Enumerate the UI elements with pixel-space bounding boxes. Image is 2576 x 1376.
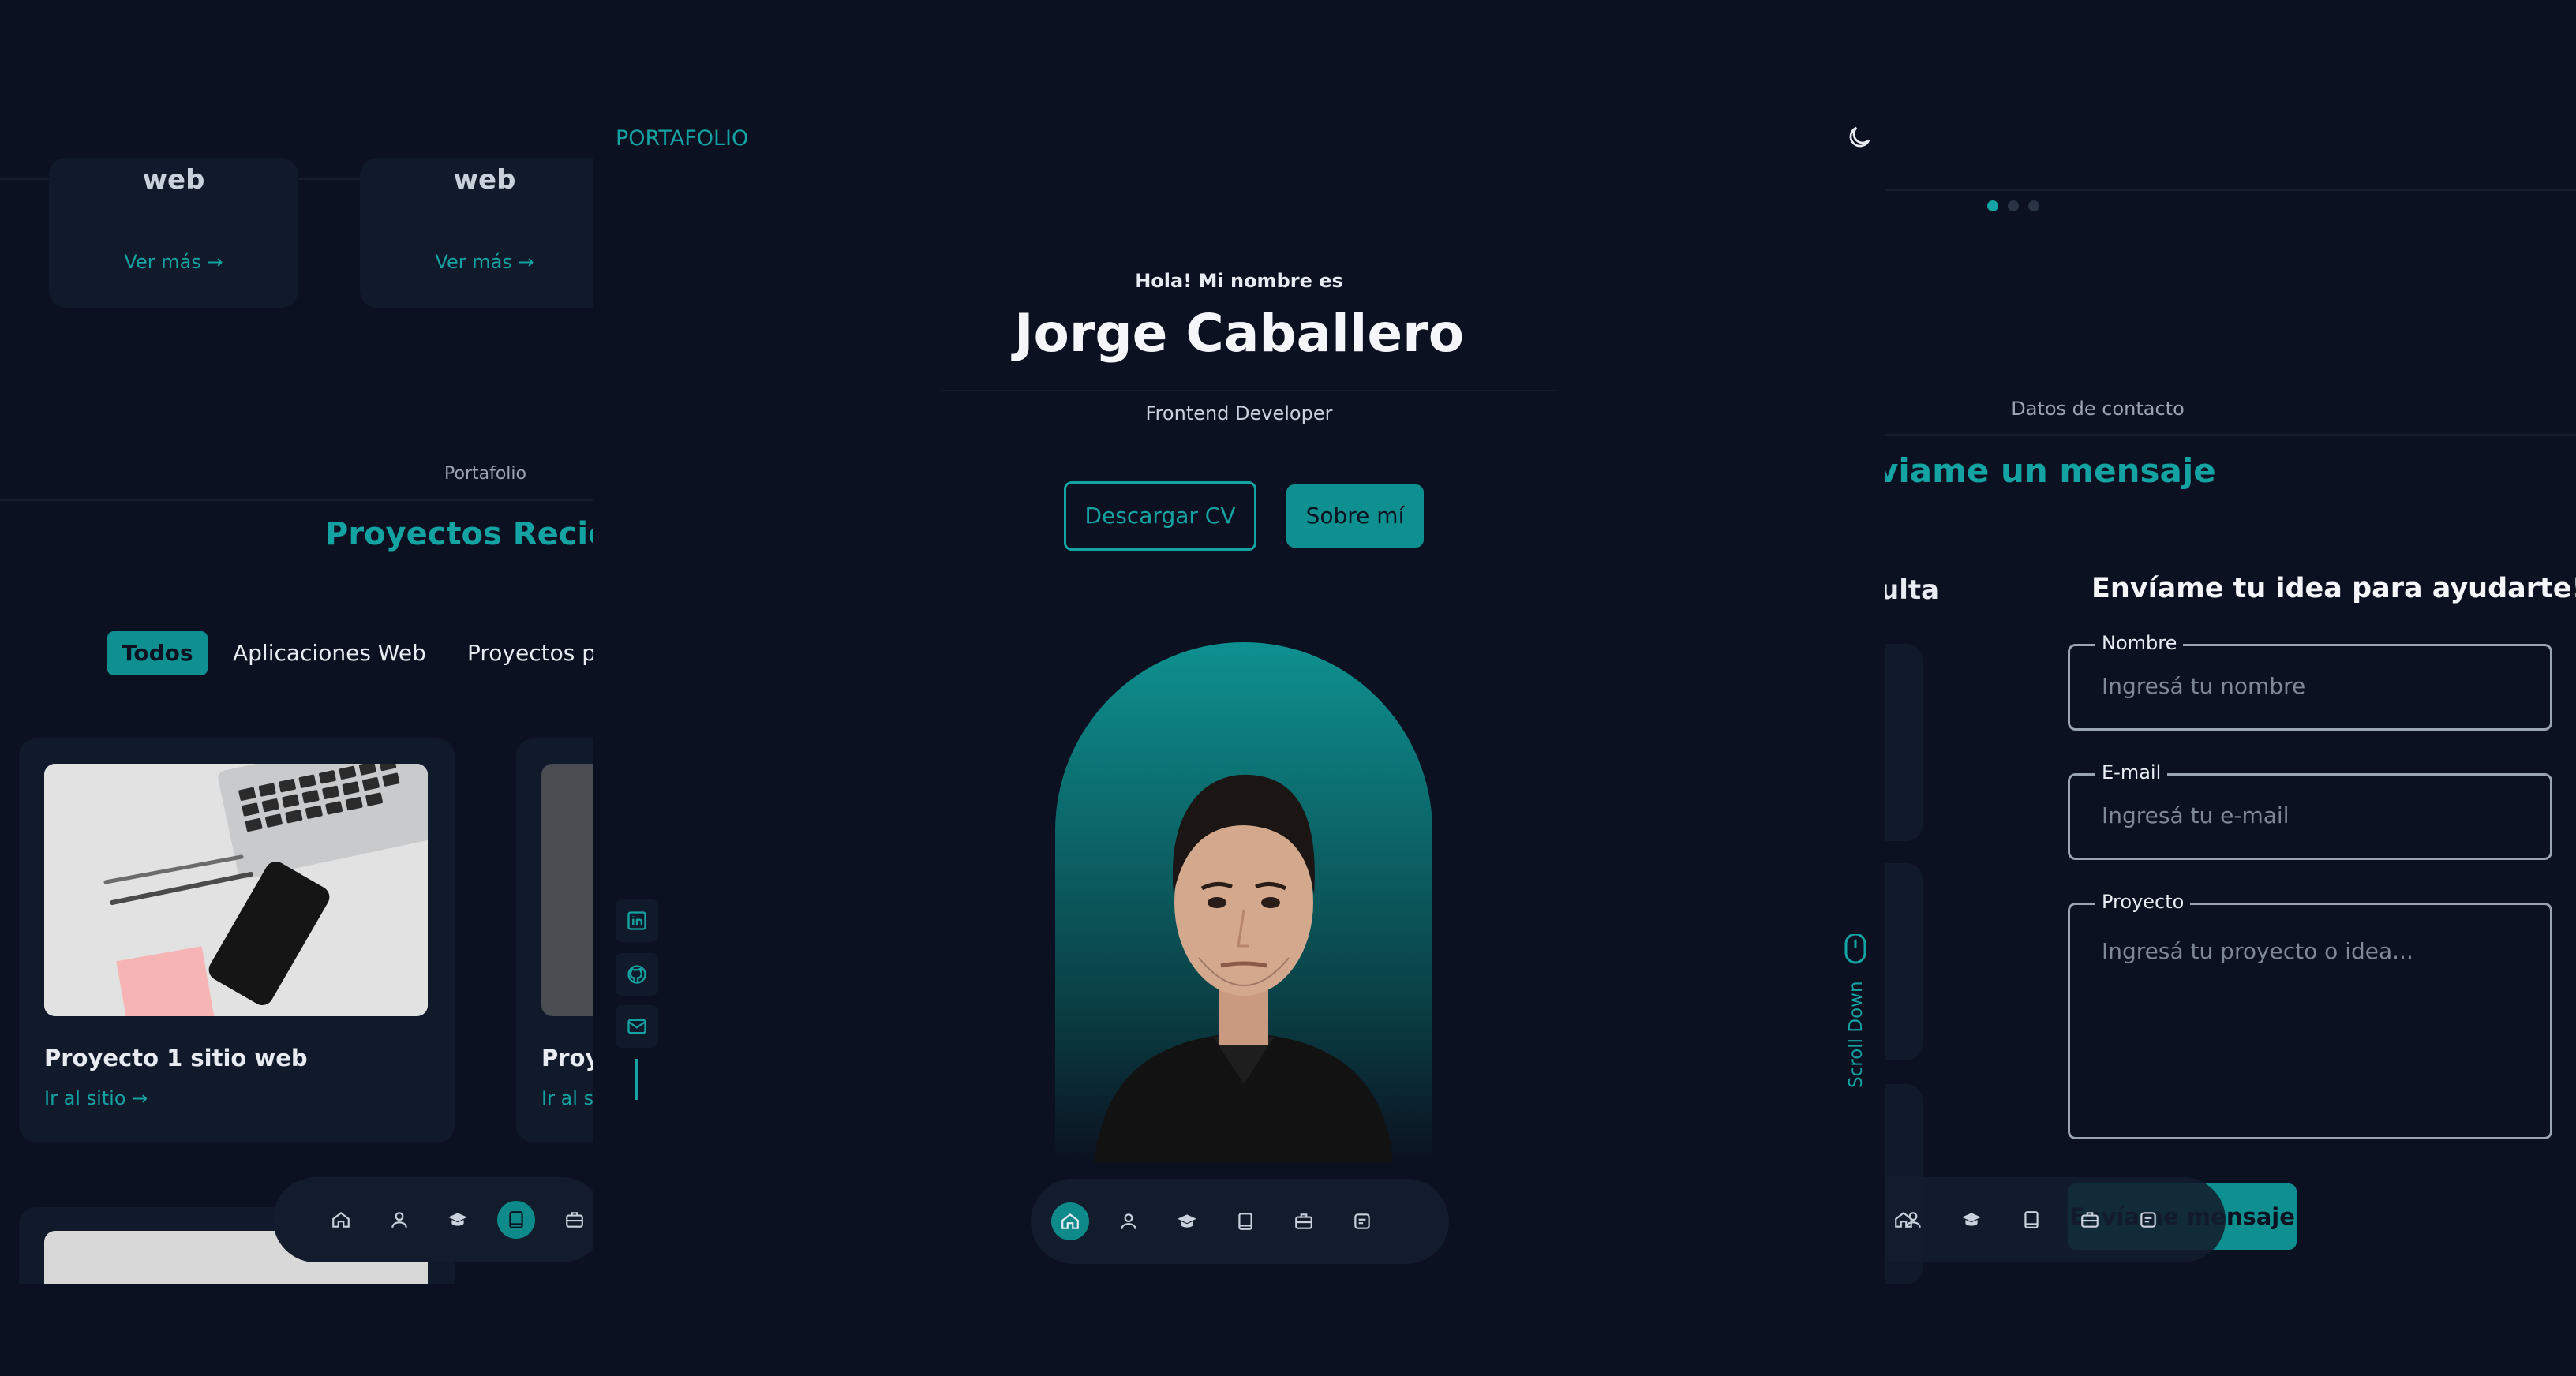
service-card: web Ver más → xyxy=(49,158,298,308)
book-icon[interactable] xyxy=(2012,1201,2050,1239)
scroll-down-indicator[interactable]: Scroll Down xyxy=(1836,934,1875,1092)
service-title: web xyxy=(142,164,205,196)
graduation-cap-icon[interactable] xyxy=(439,1201,477,1239)
home-icon[interactable] xyxy=(322,1201,360,1239)
email-field-placeholder: Ingresá tu e-mail xyxy=(2102,802,2290,828)
name-field-label: Nombre xyxy=(2095,632,2184,654)
project-name: Proye xyxy=(541,1045,593,1071)
project-name: Proyecto 1 sitio web xyxy=(44,1045,308,1071)
briefcase-icon[interactable] xyxy=(556,1201,593,1239)
about-me-button[interactable]: Sobre mí xyxy=(1286,484,1424,548)
project-field-placeholder: Ingresá tu proyecto o idea... xyxy=(2102,938,2413,964)
section-title: Proyectos Recien xyxy=(325,516,593,552)
download-cv-button[interactable]: Descargar CV xyxy=(1064,481,1256,551)
brand-logo[interactable]: PORTAFOLIO xyxy=(616,126,748,151)
section-title: viame un mensaje xyxy=(1885,451,2216,490)
message-icon[interactable] xyxy=(2129,1201,2167,1239)
user-icon[interactable] xyxy=(1894,1201,1932,1239)
graduation-cap-icon[interactable] xyxy=(1168,1202,1206,1240)
divider xyxy=(941,390,1556,391)
briefcase-icon[interactable] xyxy=(1285,1202,1323,1240)
section-subtitle: Portafolio xyxy=(444,464,526,484)
moon-icon[interactable] xyxy=(1845,123,1874,151)
divider xyxy=(1885,434,2576,436)
scroll-down-label: Scroll Down xyxy=(1846,981,1866,1088)
project-link[interactable]: Ir al sitio → xyxy=(44,1087,148,1109)
service-more-link[interactable]: Ver más → xyxy=(360,251,593,273)
filter-web-apps[interactable]: Aplicaciones Web xyxy=(233,631,426,675)
section-subtitle: Datos de contacto xyxy=(2011,398,2185,420)
email-field[interactable]: E-mail Ingresá tu e-mail xyxy=(2068,761,2552,860)
mail-icon[interactable] xyxy=(616,1005,658,1048)
social-divider-line xyxy=(635,1059,638,1100)
form-title: Envíame tu idea para ayudarte! xyxy=(2091,573,2576,604)
contact-card xyxy=(1885,644,1923,841)
project-link[interactable]: Ir al si → xyxy=(541,1087,593,1109)
profile-photo xyxy=(1055,642,1432,1163)
bottom-nav xyxy=(273,1177,593,1262)
briefcase-icon[interactable] xyxy=(2071,1201,2109,1239)
name-field[interactable]: Nombre Ingresá tu nombre xyxy=(2068,632,2552,731)
center-panel: PORTAFOLIO Hola! Mi nombre es Jorge Caba… xyxy=(593,0,1885,1284)
project-image xyxy=(541,764,593,1016)
book-icon[interactable] xyxy=(497,1201,535,1239)
contact-left-heading: ulta xyxy=(1885,574,1940,606)
project-image xyxy=(44,764,428,1016)
graduation-cap-icon[interactable] xyxy=(1953,1201,1990,1239)
user-icon[interactable] xyxy=(380,1201,418,1239)
github-icon[interactable] xyxy=(616,953,658,996)
service-card: web Ver más → xyxy=(360,158,593,308)
linkedin-icon[interactable] xyxy=(616,899,658,942)
name-field-placeholder: Ingresá tu nombre xyxy=(2102,673,2306,699)
carousel-dot[interactable] xyxy=(2028,200,2039,211)
left-panel: web Ver más → web Ver más → Portafolio P… xyxy=(0,0,593,1284)
hero-name: Jorge Caballero xyxy=(1013,303,1465,364)
hero-role: Frontend Developer xyxy=(1145,402,1333,424)
user-icon[interactable] xyxy=(1110,1202,1148,1240)
bottom-nav xyxy=(1885,1177,2226,1262)
top-bar xyxy=(0,0,593,180)
top-bar xyxy=(1885,0,2576,191)
bottom-nav xyxy=(1031,1179,1449,1264)
project-field[interactable]: Proyecto Ingresá tu proyecto o idea... xyxy=(2068,891,2552,1139)
service-more-link[interactable]: Ver más → xyxy=(49,251,298,273)
carousel-dot[interactable] xyxy=(1987,200,1998,211)
carousel-dot[interactable] xyxy=(2008,200,2019,211)
filter-personal-projects[interactable]: Proyectos pe xyxy=(467,631,593,675)
project-card: Proye Ir al si → xyxy=(516,738,593,1142)
book-icon[interactable] xyxy=(1226,1202,1264,1240)
service-title: web xyxy=(453,164,516,196)
home-icon[interactable] xyxy=(1051,1202,1089,1240)
project-field-label: Proyecto xyxy=(2095,891,2191,913)
filter-todos[interactable]: Todos xyxy=(107,631,208,675)
divider xyxy=(0,499,593,501)
right-panel: Datos de contacto viame un mensaje ulta … xyxy=(1885,0,2576,1284)
hero-greeting: Hola! Mi nombre es xyxy=(1135,270,1343,292)
message-icon[interactable] xyxy=(1343,1202,1381,1240)
contact-card xyxy=(1885,863,1923,1060)
project-card: Proyecto 1 sitio web Ir al sitio → xyxy=(19,738,455,1142)
email-field-label: E-mail xyxy=(2095,761,2168,783)
